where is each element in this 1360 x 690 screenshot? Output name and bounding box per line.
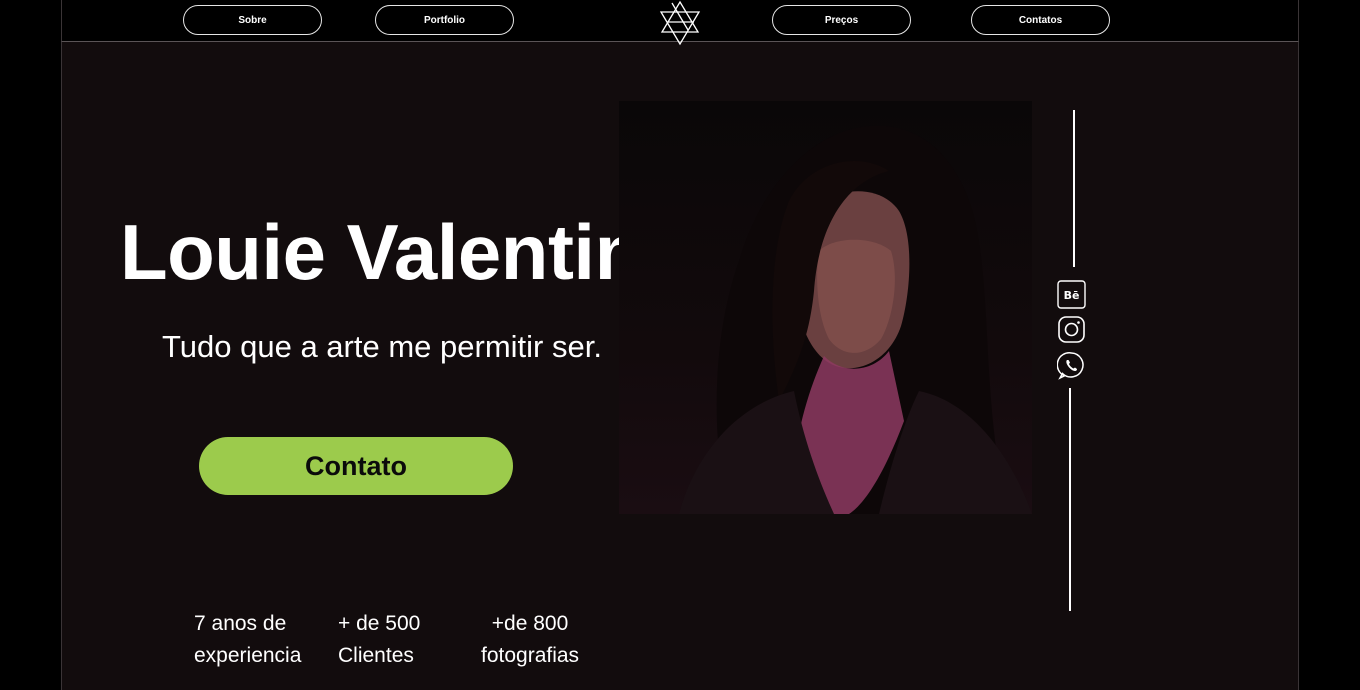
nav-sobre-button[interactable]: Sobre [183, 5, 322, 35]
logo-star-icon[interactable] [658, 0, 702, 46]
social-divider-top [1073, 110, 1075, 267]
stat-clients: + de 500 Clientes [338, 608, 420, 672]
nav-precos-button[interactable]: Preços [772, 5, 911, 35]
stat-photos-line1: +de 800 [491, 612, 569, 635]
stat-experience: 7 anos de experiencia [194, 608, 301, 672]
stat-clients-line2: Clientes [338, 644, 414, 667]
stat-clients-line1: + de 500 [338, 612, 421, 635]
instagram-icon[interactable] [1057, 315, 1086, 344]
nav-contatos-button[interactable]: Contatos [971, 5, 1110, 35]
stat-experience-line1: 7 anos de [194, 612, 287, 635]
stat-photos: +de 800 fotografias [481, 608, 579, 672]
hero-tagline: Tudo que a arte me permitir ser. [162, 329, 602, 364]
hero-name: Louie Valentim [120, 208, 664, 296]
portrait-photo [619, 101, 1032, 514]
svg-text:Bē: Bē [1064, 289, 1080, 302]
stat-experience-line2: experiencia [194, 644, 302, 667]
nav-portfolio-button[interactable]: Portfolio [375, 5, 514, 35]
behance-icon[interactable]: Bē [1057, 280, 1086, 309]
whatsapp-icon[interactable] [1057, 351, 1086, 380]
social-divider-bottom [1069, 388, 1071, 611]
stat-photos-line2: fotografias [481, 644, 580, 667]
contato-button[interactable]: Contato [199, 437, 513, 495]
